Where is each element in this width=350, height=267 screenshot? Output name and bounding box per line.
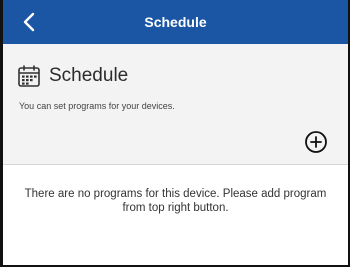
- schedule-header: Schedule You can set programs for your d…: [3, 44, 348, 165]
- section-title: Schedule: [49, 65, 129, 86]
- empty-state-message: There are no programs for this device. P…: [24, 188, 327, 214]
- page-title: Schedule: [144, 14, 207, 30]
- navigation-bar: Schedule: [3, 0, 348, 44]
- schedule-screen: Schedule Schedule You can set programs f…: [0, 0, 350, 267]
- calendar-icon: [18, 65, 40, 87]
- header-title-row: Schedule: [17, 64, 128, 88]
- section-subtitle: You can set programs for your devices.: [19, 101, 175, 111]
- add-circle-icon: [305, 131, 327, 153]
- add-program-button[interactable]: [304, 130, 328, 154]
